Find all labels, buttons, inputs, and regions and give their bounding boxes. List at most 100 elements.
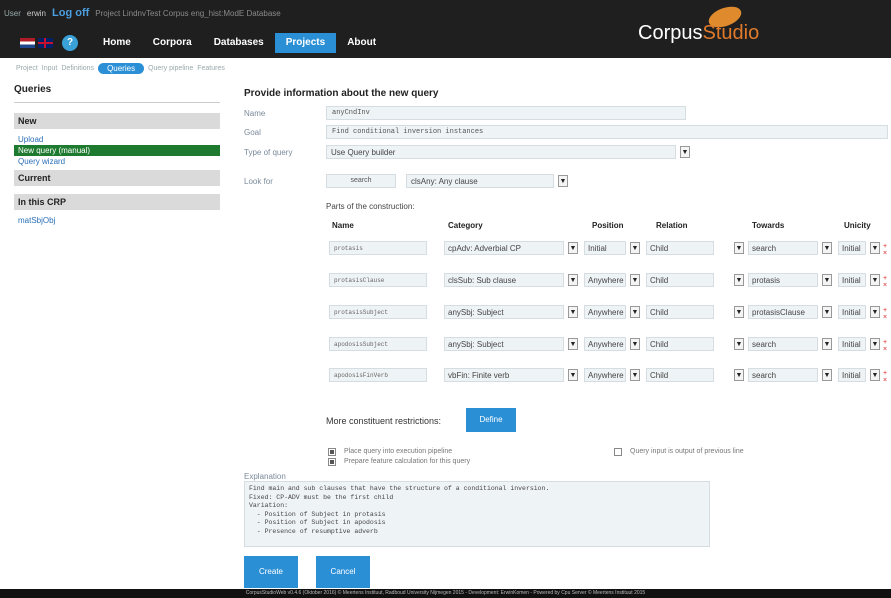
row-add-remove-icon[interactable]: + ×: [883, 243, 891, 257]
nav-projects[interactable]: Projects: [274, 33, 337, 53]
row-unicity-select[interactable]: Initial: [838, 337, 866, 351]
chevron-down-icon[interactable]: ▼: [558, 175, 568, 187]
row-name-input[interactable]: apodosisSubject: [329, 337, 427, 351]
previous-output-checkbox-label: Query input is output of previous line: [630, 448, 744, 455]
chevron-down-icon[interactable]: ▼: [822, 274, 832, 286]
chevron-down-icon[interactable]: ▼: [568, 274, 578, 286]
chevron-down-icon[interactable]: ▼: [734, 369, 744, 381]
row-category-select[interactable]: vbFin: Finite verb: [444, 368, 564, 382]
row-relation-select[interactable]: Child: [646, 368, 714, 382]
features-checkbox[interactable]: [328, 458, 336, 466]
chevron-down-icon[interactable]: ▼: [630, 338, 640, 350]
brand-logo: CorpusStudio: [638, 22, 759, 45]
english-flag-icon[interactable]: [38, 38, 53, 48]
chevron-down-icon[interactable]: ▼: [734, 274, 744, 286]
row-relation-select[interactable]: Child: [646, 273, 714, 287]
chevron-down-icon[interactable]: ▼: [630, 369, 640, 381]
cancel-button[interactable]: Cancel: [316, 556, 370, 588]
row-unicity-select[interactable]: Initial: [838, 368, 866, 382]
row-position-select[interactable]: Initial: [584, 241, 626, 255]
pipeline-checkbox[interactable]: [328, 448, 336, 456]
col-header-relation: Relation: [656, 221, 688, 230]
row-relation-select[interactable]: Child: [646, 241, 714, 255]
chevron-down-icon[interactable]: ▼: [630, 306, 640, 318]
chevron-down-icon[interactable]: ▼: [734, 306, 744, 318]
row-category-select[interactable]: anySbj: Subject: [444, 337, 564, 351]
name-input[interactable]: anyCndInv: [326, 106, 686, 120]
parts-label: Parts of the construction:: [326, 202, 415, 211]
status-line: User erwin Log off Project LindnvTest Co…: [4, 6, 281, 20]
chevron-down-icon[interactable]: ▼: [870, 242, 880, 254]
dutch-flag-icon[interactable]: [20, 38, 35, 48]
chevron-down-icon[interactable]: ▼: [822, 338, 832, 350]
subnav-features[interactable]: Features: [197, 65, 225, 72]
define-button[interactable]: Define: [466, 408, 516, 432]
row-relation-select[interactable]: Child: [646, 337, 714, 351]
nav-about[interactable]: About: [336, 33, 387, 53]
subnav-queries[interactable]: Queries: [98, 62, 145, 74]
row-towards-select[interactable]: search: [748, 337, 818, 351]
subnav-definitions[interactable]: Definitions: [61, 65, 94, 72]
subnav-query-pipeline[interactable]: Query pipeline: [148, 65, 193, 72]
chevron-down-icon[interactable]: ▼: [734, 338, 744, 350]
row-towards-select[interactable]: protasisClause: [748, 305, 818, 319]
chevron-down-icon[interactable]: ▼: [568, 242, 578, 254]
chevron-down-icon[interactable]: ▼: [870, 306, 880, 318]
sidebar-item-upload[interactable]: Upload: [14, 134, 220, 145]
chevron-down-icon[interactable]: ▼: [822, 306, 832, 318]
nav-home[interactable]: Home: [92, 33, 142, 53]
sidebar-item-query-wizard[interactable]: Query wizard: [14, 156, 220, 167]
brand-studio: Studio: [702, 22, 760, 44]
lookfor-name-input[interactable]: search: [326, 174, 396, 188]
row-add-remove-icon[interactable]: + ×: [883, 275, 891, 289]
row-unicity-select[interactable]: Initial: [838, 305, 866, 319]
col-header-category: Category: [448, 221, 483, 230]
row-position-select[interactable]: Anywhere: [584, 273, 626, 287]
chevron-down-icon[interactable]: ▼: [822, 242, 832, 254]
row-category-select[interactable]: cpAdv: Adverbial CP: [444, 241, 564, 255]
row-name-input[interactable]: apodosisFinVerb: [329, 368, 427, 382]
query-type-select[interactable]: Use Query builder: [326, 145, 676, 159]
row-unicity-select[interactable]: Initial: [838, 273, 866, 287]
chevron-down-icon[interactable]: ▼: [870, 369, 880, 381]
help-icon[interactable]: ?: [62, 35, 78, 51]
chevron-down-icon[interactable]: ▼: [568, 369, 578, 381]
chevron-down-icon[interactable]: ▼: [568, 306, 578, 318]
row-position-select[interactable]: Anywhere: [584, 337, 626, 351]
chevron-down-icon[interactable]: ▼: [630, 242, 640, 254]
sidebar-item-new-query[interactable]: New query (manual): [14, 145, 220, 156]
row-category-select[interactable]: clsSub: Sub clause: [444, 273, 564, 287]
subnav-input[interactable]: Input: [42, 65, 58, 72]
chevron-down-icon[interactable]: ▼: [680, 146, 690, 158]
row-towards-select[interactable]: search: [748, 241, 818, 255]
row-towards-select[interactable]: protasis: [748, 273, 818, 287]
row-towards-select[interactable]: search: [748, 368, 818, 382]
row-add-remove-icon[interactable]: + ×: [883, 307, 891, 321]
create-button[interactable]: Create: [244, 556, 298, 588]
row-name-input[interactable]: protasisSubject: [329, 305, 427, 319]
row-add-remove-icon[interactable]: + ×: [883, 370, 891, 384]
nav-databases[interactable]: Databases: [203, 33, 275, 53]
chevron-down-icon[interactable]: ▼: [734, 242, 744, 254]
goal-input[interactable]: Find conditional inversion instances: [326, 125, 888, 139]
chevron-down-icon[interactable]: ▼: [822, 369, 832, 381]
lookfor-category-select[interactable]: clsAny: Any clause: [406, 174, 554, 188]
row-unicity-select[interactable]: Initial: [838, 241, 866, 255]
row-relation-select[interactable]: Child: [646, 305, 714, 319]
row-add-remove-icon[interactable]: + ×: [883, 339, 891, 353]
logoff-link[interactable]: Log off: [52, 7, 89, 19]
subnav-project[interactable]: Project: [16, 65, 38, 72]
chevron-down-icon[interactable]: ▼: [568, 338, 578, 350]
nav-corpora[interactable]: Corpora: [142, 33, 203, 53]
row-category-select[interactable]: anySbj: Subject: [444, 305, 564, 319]
row-name-input[interactable]: protasisClause: [329, 273, 427, 287]
row-position-select[interactable]: Anywhere: [584, 368, 626, 382]
row-name-input[interactable]: protasis: [329, 241, 427, 255]
sidebar-item-matsbjobj[interactable]: matSbjObj: [14, 215, 220, 226]
chevron-down-icon[interactable]: ▼: [630, 274, 640, 286]
chevron-down-icon[interactable]: ▼: [870, 274, 880, 286]
explanation-textarea[interactable]: Find main and sub clauses that have the …: [244, 481, 710, 547]
chevron-down-icon[interactable]: ▼: [870, 338, 880, 350]
row-position-select[interactable]: Anywhere: [584, 305, 626, 319]
previous-output-checkbox[interactable]: [614, 448, 622, 456]
